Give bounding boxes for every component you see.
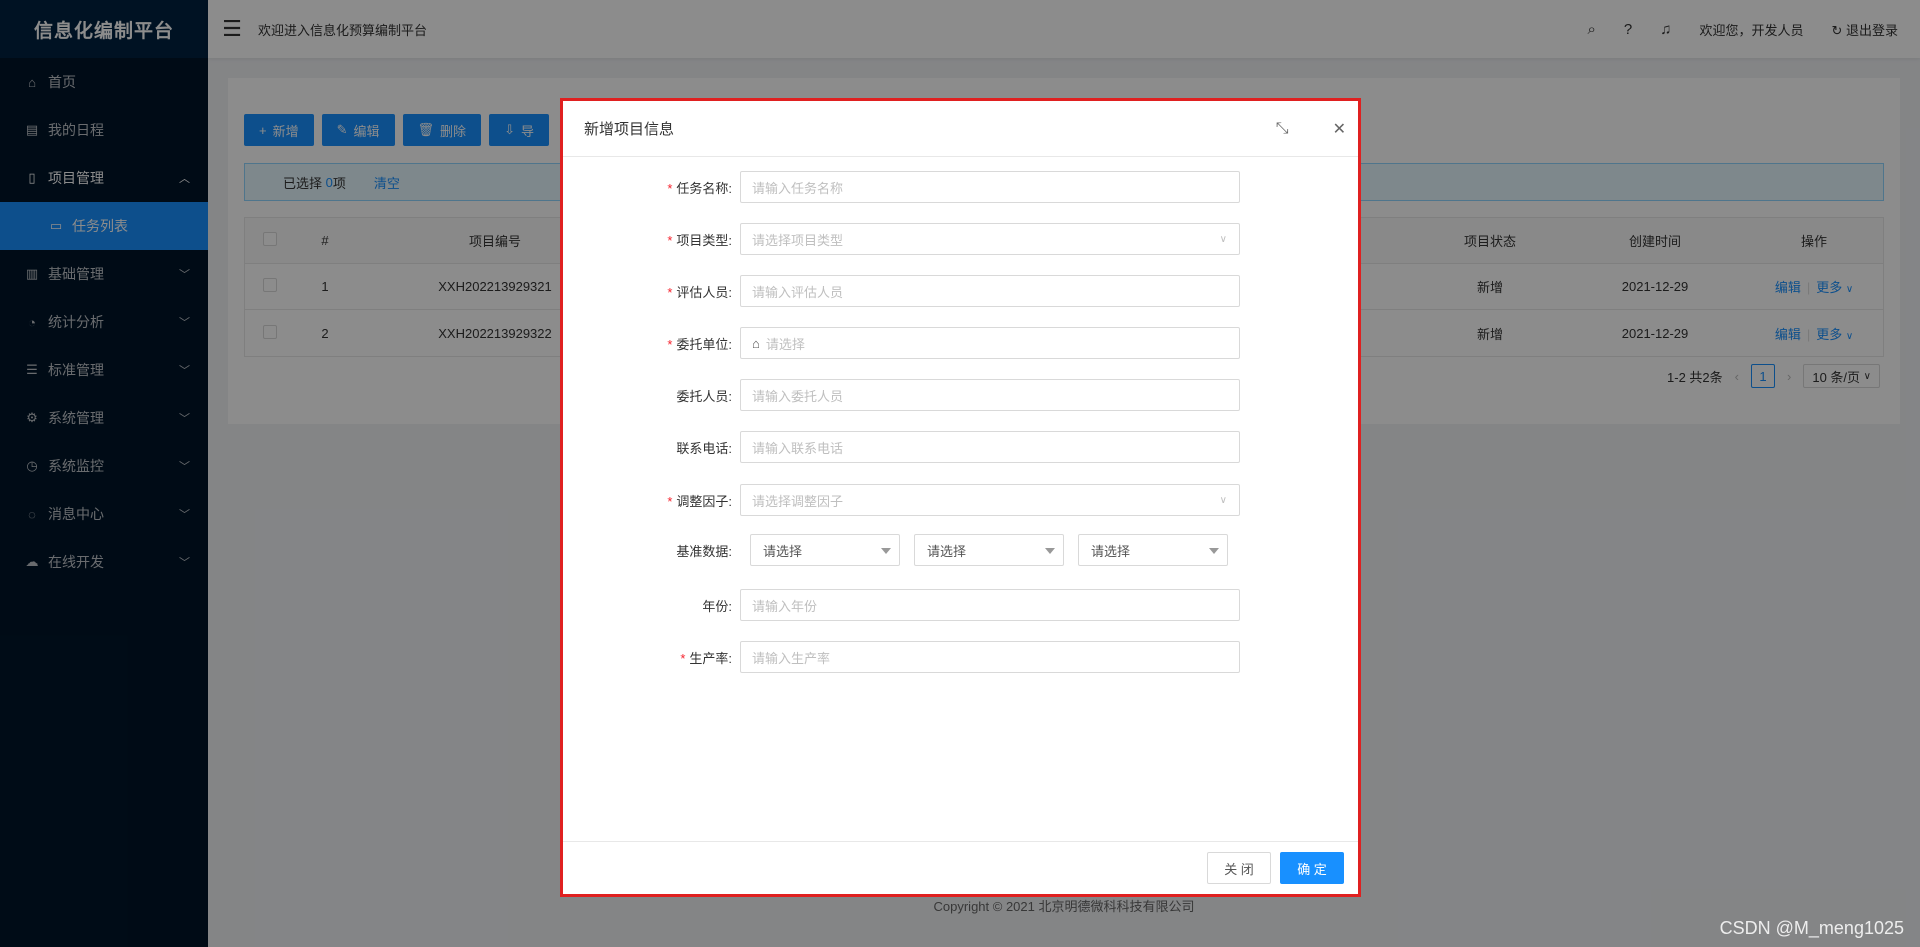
form-label-text: 年份: (702, 598, 732, 614)
form-row: * 项目类型: 请选择项目类型 ∨ (563, 223, 1358, 255)
required-marker: * (667, 232, 673, 248)
form-row: * 生产率: 请输入生产率 (563, 641, 1358, 673)
close-button[interactable]: 关 闭 (1207, 852, 1271, 884)
required-marker: * (680, 650, 686, 666)
form-row: * 委托单位: ⌂ 请选择 (563, 327, 1358, 359)
select-value: 请选择 (927, 543, 967, 559)
form-label: * 调整因子: (563, 491, 740, 510)
placeholder-text: 请输入任务名称 (752, 180, 844, 196)
form-label: 联系电话: (563, 438, 740, 457)
text-input[interactable]: 请输入委托人员 (740, 379, 1240, 411)
form-label-text: 生产率: (689, 650, 732, 666)
modal-title: 新增项目信息 (584, 121, 675, 138)
required-marker: * (667, 493, 673, 509)
placeholder-text: 请输入年份 (752, 598, 818, 614)
required-marker: * (667, 336, 673, 352)
placeholder-text: 请输入委托人员 (752, 388, 844, 404)
text-input[interactable]: 请输入生产率 (740, 641, 1240, 673)
org-tree-icon: ⌂ (752, 335, 760, 351)
select-value: 请选择 (763, 543, 803, 559)
tree-select-field[interactable]: ⌂ 请选择 (740, 327, 1240, 359)
baseline-data-selects: 请选择 请选择 请选择 (740, 534, 1228, 566)
form-label: 年份: (563, 596, 740, 615)
form-row: * 调整因子: 请选择调整因子 ∨ (563, 484, 1358, 516)
text-input[interactable]: 请输入联系电话 (740, 431, 1240, 463)
select-field[interactable]: 请选择项目类型 ∨ (740, 223, 1240, 255)
add-project-modal: 新增项目信息 ⤡ ✕ * 任务名称: 请输入任务名称 * 项目类型: 请选择项目类型 ∨ * 评… (560, 98, 1361, 897)
form-row: * 评估人员: 请输入评估人员 (563, 275, 1358, 307)
close-icon[interactable]: ✕ (1333, 119, 1346, 139)
form-row: 联系电话: 请输入联系电话 (563, 431, 1358, 463)
modal-footer: 关 闭 确 定 (563, 841, 1358, 894)
form-label-text: 任务名称: (676, 180, 732, 196)
fullscreen-icon[interactable]: ⤡ (1276, 120, 1289, 138)
confirm-button[interactable]: 确 定 (1280, 852, 1344, 884)
form-label-text: 评估人员: (676, 284, 732, 300)
caret-down-icon (1209, 548, 1219, 554)
form-label-text: 调整因子: (676, 493, 732, 509)
form-label: 委托人员: (563, 386, 740, 405)
form-label: * 任务名称: (563, 178, 740, 197)
form-label: * 生产率: (563, 648, 740, 667)
baseline-select-3[interactable]: 请选择 (1078, 534, 1228, 566)
form-label-text: 联系电话: (676, 440, 732, 456)
form-label: 基准数据: (563, 541, 740, 560)
caret-down-icon (1045, 548, 1055, 554)
form-row: 年份: 请输入年份 (563, 589, 1358, 621)
placeholder-text: 请选择 (765, 336, 805, 352)
select-field[interactable]: 请选择调整因子 ∨ (740, 484, 1240, 516)
placeholder-text: 请输入评估人员 (752, 284, 844, 300)
form-label: * 项目类型: (563, 230, 740, 249)
chevron-down-icon: ∨ (1219, 233, 1227, 245)
watermark: CSDN @M_meng1025 (1719, 918, 1904, 938)
select-value: 请选择 (1091, 543, 1131, 559)
form-row: * 任务名称: 请输入任务名称 (563, 171, 1358, 203)
form-label-text: 委托单位: (676, 336, 732, 352)
placeholder-text: 请输入生产率 (752, 650, 831, 666)
required-marker: * (667, 284, 673, 300)
text-input[interactable]: 请输入评估人员 (740, 275, 1240, 307)
placeholder-text: 请输入联系电话 (752, 440, 844, 456)
form-label: * 评估人员: (563, 282, 740, 301)
baseline-select-2[interactable]: 请选择 (914, 534, 1064, 566)
form-row: 基准数据: 请选择 请选择 请选择 (563, 534, 1358, 566)
placeholder-text: 请选择调整因子 (752, 493, 844, 509)
text-input[interactable]: 请输入任务名称 (740, 171, 1240, 203)
placeholder-text: 请选择项目类型 (752, 232, 844, 248)
form-label-text: 委托人员: (676, 388, 732, 404)
modal-header: 新增项目信息 ⤡ ✕ (563, 101, 1358, 157)
form-label-text: 项目类型: (676, 232, 732, 248)
modal-header-icons: ⤡ ✕ (1276, 101, 1346, 157)
caret-down-icon (881, 548, 891, 554)
chevron-down-icon: ∨ (1219, 494, 1227, 506)
form-label-text: 基准数据: (676, 543, 732, 559)
baseline-select-1[interactable]: 请选择 (750, 534, 900, 566)
required-marker: * (667, 180, 673, 196)
text-input[interactable]: 请输入年份 (740, 589, 1240, 621)
form-row: 委托人员: 请输入委托人员 (563, 379, 1358, 411)
form-label: * 委托单位: (563, 334, 740, 353)
